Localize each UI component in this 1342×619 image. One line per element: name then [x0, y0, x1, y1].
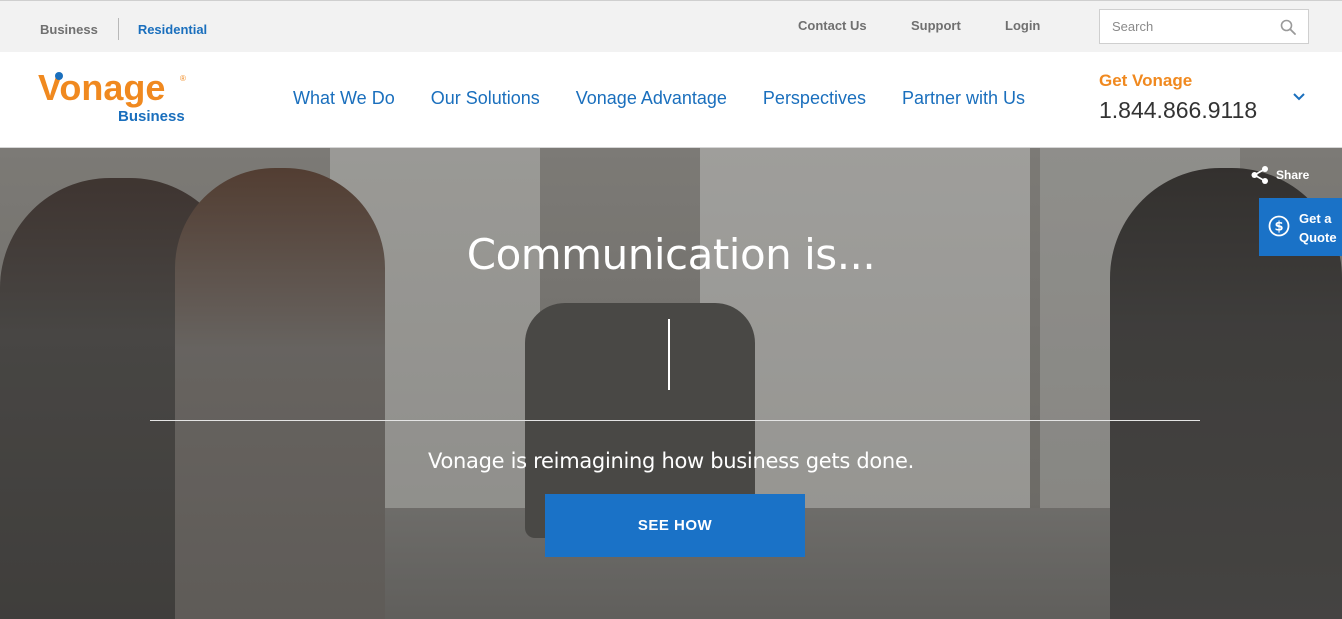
main-nav: Vonage ® Business What We Do Our Solutio…: [0, 52, 1342, 148]
search-box: [1099, 9, 1309, 44]
typing-cursor: [668, 319, 670, 390]
contact-us-link[interactable]: Contact Us: [798, 18, 867, 33]
nav-item-what-we-do[interactable]: What We Do: [293, 88, 395, 109]
quote-label-line1: Get a: [1299, 211, 1332, 226]
residential-link[interactable]: Residential: [138, 22, 207, 37]
nav-item-vonage-advantage[interactable]: Vonage Advantage: [576, 88, 727, 109]
see-how-button[interactable]: SEE HOW: [545, 494, 805, 557]
nav-item-perspectives[interactable]: Perspectives: [763, 88, 866, 109]
hero-banner: Communication is... Vonage is reimaginin…: [0, 148, 1342, 619]
get-vonage-label[interactable]: Get Vonage: [1099, 71, 1192, 91]
nav-item-our-solutions[interactable]: Our Solutions: [431, 88, 540, 109]
search-input[interactable]: [1100, 10, 1270, 43]
login-link[interactable]: Login: [1005, 18, 1040, 33]
share-icon: [1251, 166, 1268, 184]
primary-nav: What We Do Our Solutions Vonage Advantag…: [293, 88, 1061, 109]
share-label: Share: [1276, 168, 1310, 182]
business-link[interactable]: Business: [40, 22, 98, 37]
vonage-business-logo[interactable]: Vonage ® Business: [38, 68, 188, 128]
logo-subtitle: Business: [118, 108, 185, 125]
divider: [117, 18, 119, 40]
hero-subtitle: Vonage is reimagining how business gets …: [428, 449, 914, 473]
search-icon[interactable]: [1280, 19, 1296, 35]
nav-item-partner-with-us[interactable]: Partner with Us: [902, 88, 1025, 109]
get-a-quote-button[interactable]: $ Get a Quote: [1259, 198, 1342, 256]
logo-registered-mark: ®: [180, 74, 186, 83]
chevron-down-icon[interactable]: [1292, 92, 1306, 102]
svg-text:$: $: [1274, 220, 1283, 235]
share-button[interactable]: Share: [1250, 165, 1309, 185]
dollar-circle-icon: $: [1268, 215, 1290, 237]
site-switcher: Business Residential: [40, 18, 207, 40]
quote-label: Get a Quote: [1299, 209, 1337, 247]
logo-dot: [55, 72, 63, 80]
hero-divider: [150, 420, 1200, 421]
quote-label-line2: Quote: [1299, 230, 1337, 245]
hero-title: Communication is...: [466, 230, 876, 279]
utility-bar: Business Residential Contact Us Support …: [0, 0, 1342, 52]
support-link[interactable]: Support: [911, 18, 961, 33]
phone-number[interactable]: 1.844.866.9118: [1099, 97, 1257, 124]
